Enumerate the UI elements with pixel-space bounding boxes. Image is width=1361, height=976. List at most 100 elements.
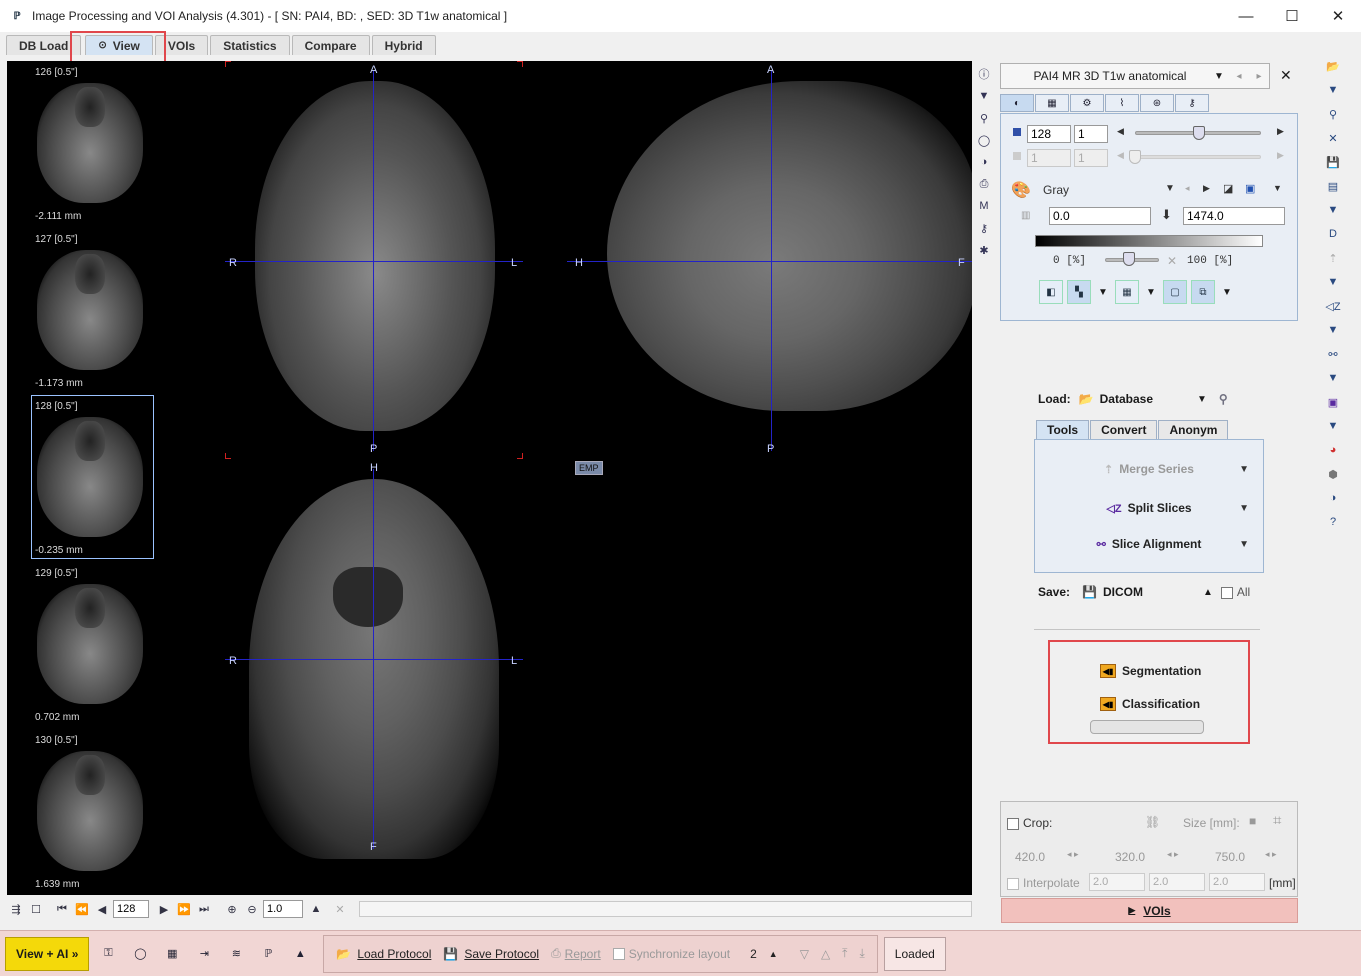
tab-histogram-icon[interactable]: ⌇ <box>1105 94 1139 112</box>
view-ai-button[interactable]: View + AI » <box>5 936 90 971</box>
split-dropdown-icon[interactable]: ▼ <box>1319 318 1347 342</box>
overlay-dropdown-icon[interactable]: ▼ <box>1219 280 1235 304</box>
chevron-up-icon[interactable]: ▲ <box>287 941 313 967</box>
maximize-button[interactable]: ☐ <box>1269 0 1315 32</box>
slider-left-icon[interactable]: ◀ <box>1117 126 1124 137</box>
zoom-input[interactable] <box>263 900 303 918</box>
layout-up-icon[interactable]: ▲ <box>763 937 784 971</box>
open-folder-icon[interactable]: 📂 <box>1319 54 1347 78</box>
tab-grid-icon[interactable]: ▦ <box>1035 94 1069 112</box>
rewind-icon[interactable]: ⏪ <box>73 900 91 918</box>
min-value-input[interactable] <box>1049 207 1151 225</box>
dropdown-icon[interactable]: ▼ <box>974 85 994 107</box>
axial-view[interactable]: A P R L <box>225 61 523 459</box>
marker-icon[interactable]: M <box>974 195 994 217</box>
image-viewer[interactable]: 126 [0.5"] -2.111 mm 127 [0.5"] -1.173 m… <box>7 61 972 895</box>
tab-hybrid[interactable]: Hybrid <box>371 35 436 55</box>
layout-dropdown-icon[interactable]: ▼ <box>1095 280 1111 304</box>
circle-icon[interactable]: ◯ <box>127 941 153 967</box>
thumbnail-slice[interactable]: 129 [0.5"] 0.702 mm <box>7 562 157 729</box>
layout-count[interactable]: 2 <box>744 937 763 971</box>
save-all-checkbox[interactable]: All <box>1220 585 1250 599</box>
pmod-logo-icon[interactable]: ℙ <box>255 941 281 967</box>
crosshair-vertical[interactable] <box>771 71 772 451</box>
tab-color-icon[interactable]: ◐ <box>1000 94 1034 112</box>
max-value-input[interactable] <box>1183 207 1285 225</box>
colorbar-dropdown-icon[interactable]: ▼ <box>1273 183 1282 193</box>
split-dropdown-icon[interactable]: ▼ <box>1239 503 1249 514</box>
thumbnail-slice[interactable]: 127 [0.5"] -1.173 mm <box>7 228 157 395</box>
series-selector[interactable]: PAI4 MR 3D T1w anatomical ▼ ◂ ▸ <box>1000 63 1270 89</box>
alignment-icon[interactable]: ⚯ <box>1319 342 1347 366</box>
classification-button[interactable]: ◀▮ Classification <box>1100 697 1200 711</box>
overlay-icon[interactable]: ⧉ <box>1191 280 1215 304</box>
tab-tools[interactable]: Tools <box>1036 420 1090 439</box>
slice-number-input[interactable] <box>113 900 149 918</box>
tab-convert[interactable]: Convert <box>1090 420 1158 439</box>
move-bottom-icon[interactable]: ⤓ <box>853 937 870 971</box>
crosshair-vertical[interactable] <box>373 469 374 849</box>
merge-dropdown-icon[interactable]: ▼ <box>1239 464 1249 475</box>
horizontal-scrollbar[interactable] <box>359 901 972 917</box>
save-format[interactable]: DICOM <box>1103 585 1143 599</box>
first-slice-icon[interactable]: ⏮ <box>53 900 71 918</box>
terminal-icon[interactable]: ▤ <box>1319 174 1347 198</box>
settings-icon[interactable]: ✱ <box>974 239 994 261</box>
merge-icon[interactable]: ⇡ <box>1319 246 1347 270</box>
pin-icon[interactable]: ⚲ <box>1219 392 1228 406</box>
merge-dropdown-icon[interactable]: ▼ <box>1319 270 1347 294</box>
split-icon[interactable]: ◁Z <box>1319 294 1347 318</box>
circle-icon[interactable]: ◯ <box>974 129 994 151</box>
layout-up2-icon[interactable]: △ <box>815 937 836 971</box>
tab-compare[interactable]: Compare <box>291 35 370 55</box>
interpolate-checkbox[interactable]: Interpolate <box>1007 876 1080 890</box>
crop-z-arrows-icon[interactable]: ◂ ▸ <box>1265 849 1277 860</box>
pin-icon[interactable]: ⚲ <box>1319 102 1347 126</box>
slice-slider-handle[interactable] <box>1193 126 1205 140</box>
report-button[interactable]: ⎙ Report <box>545 937 607 971</box>
load-source-select[interactable]: 📂 Database <box>1079 392 1153 406</box>
colormap-dropdown-icon[interactable]: ▼ <box>1165 183 1175 194</box>
thumbnail-slice-selected[interactable]: 128 [0.5"] -0.235 mm <box>7 395 157 562</box>
previous-slice-icon[interactable]: ◀ <box>93 900 111 918</box>
calculator-icon[interactable]: ▦ <box>159 941 185 967</box>
crop-icon[interactable]: ⌗ <box>1273 812 1281 829</box>
probe-icon[interactable]: ⚷ <box>974 217 994 239</box>
tab-probe-icon[interactable]: ⚷ <box>1175 94 1209 112</box>
exit-icon[interactable]: ⇥ <box>191 941 217 967</box>
thumbnail-slice[interactable]: 126 [0.5"] -2.111 mm <box>7 61 157 228</box>
crosshair-horizontal[interactable] <box>225 261 523 262</box>
layout-icon[interactable]: ⚲ <box>974 107 994 129</box>
crosshair-horizontal[interactable] <box>567 261 972 262</box>
frame-dropdown-icon[interactable]: ▼ <box>1319 414 1347 438</box>
close-all-icon[interactable]: ✕ <box>1319 126 1347 150</box>
help-icon[interactable]: ? <box>1319 510 1347 534</box>
next-slice-icon[interactable]: ▶ <box>155 900 173 918</box>
crosshair-vertical[interactable] <box>373 71 374 451</box>
grayscale-colorbar[interactable] <box>1035 235 1263 247</box>
close-series-icon[interactable]: ✕ <box>1280 67 1292 84</box>
sagittal-view[interactable]: A P H F <box>567 61 972 459</box>
terminal-dropdown-icon[interactable]: ▼ <box>1319 198 1347 222</box>
layout-down-icon[interactable]: ▽ <box>794 937 815 971</box>
open-dropdown-icon[interactable]: ▼ <box>1319 78 1347 102</box>
save-icon[interactable]: 💾 <box>1319 150 1347 174</box>
coronal-view[interactable]: H F R L <box>225 459 523 859</box>
checkbox-icon[interactable]: ☐ <box>27 900 45 918</box>
synchronize-layout-checkbox[interactable]: Synchronize layout <box>607 937 736 971</box>
zoom-out-icon[interactable]: ⊖ <box>243 900 261 918</box>
info-icon[interactable]: ⓘ <box>974 63 994 85</box>
frame-icon[interactable]: ▣ <box>1319 390 1347 414</box>
save-format-toggle-icon[interactable]: ▲ <box>1203 587 1213 598</box>
fit-icon[interactable]: ◧ <box>1039 280 1063 304</box>
move-top-icon[interactable]: ⤒ <box>836 937 853 971</box>
load-protocol-button[interactable]: 📂 Load Protocol <box>330 937 437 971</box>
crop-link-icon[interactable]: ⛓ <box>1145 815 1160 829</box>
load-dropdown-icon[interactable]: ▼ <box>1197 394 1207 405</box>
sync-icon[interactable]: ⇶ <box>7 900 25 918</box>
segmentation-button[interactable]: ◀▮ Segmentation <box>1100 664 1201 678</box>
crop-x-arrows-icon[interactable]: ◂ ▸ <box>1067 849 1079 860</box>
minimize-button[interactable]: — <box>1223 0 1269 32</box>
step-input[interactable] <box>1074 125 1108 143</box>
key-icon[interactable]: ⚿ <box>95 941 121 967</box>
